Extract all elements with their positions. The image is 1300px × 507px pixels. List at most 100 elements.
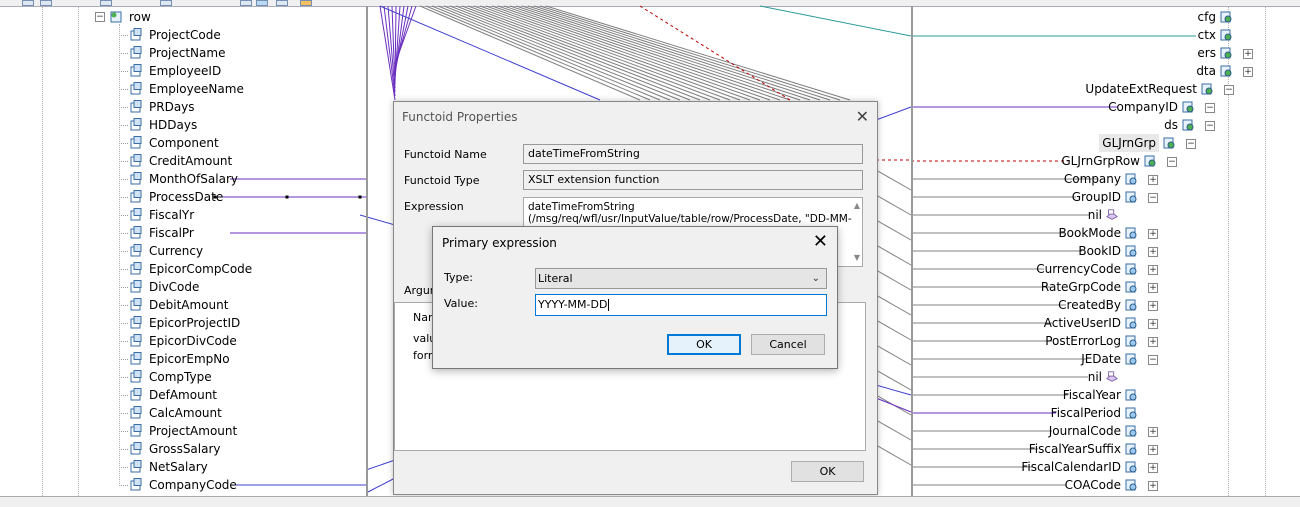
expand-icon[interactable]: + <box>1148 481 1158 491</box>
functoid-link[interactable] <box>479 5 741 101</box>
tree-node-ds[interactable]: ds <box>918 116 1178 134</box>
functoid-link[interactable] <box>521 5 811 101</box>
tree-node-label: MonthOfSalary <box>149 172 238 186</box>
element-icon <box>130 136 142 149</box>
expand-icon[interactable]: + <box>1148 301 1158 311</box>
element-icon <box>130 370 142 383</box>
tree-node-activeuserid[interactable]: ActiveUserID <box>861 314 1121 332</box>
element-icon <box>130 208 142 221</box>
tree-node-jedate[interactable]: JEDate <box>861 350 1121 368</box>
expand-icon[interactable]: + <box>1148 175 1158 185</box>
functoid-name-field[interactable]: dateTimeFromString <box>523 144 863 164</box>
tree-node-gljrngrprow[interactable]: GLJrnGrpRow <box>880 152 1140 170</box>
tree-connector <box>119 107 128 108</box>
tree-connector <box>119 197 128 198</box>
tree-node-company[interactable]: Company <box>861 170 1121 188</box>
tree-node-fiscalperiod[interactable]: FiscalPeriod <box>861 404 1121 422</box>
functoid-link[interactable] <box>545 5 851 101</box>
expand-icon[interactable]: + <box>1148 229 1158 239</box>
collapse-icon[interactable]: − <box>1148 193 1158 203</box>
tree-node-groupid[interactable]: GroupID <box>861 188 1121 206</box>
close-icon[interactable]: ✕ <box>813 231 828 252</box>
collapse-icon[interactable]: − <box>1167 157 1177 167</box>
tree-node-fiscalyear[interactable]: FiscalYear <box>861 386 1121 404</box>
expand-icon[interactable]: + <box>1148 337 1158 347</box>
tree-node-posterrorlog[interactable]: PostErrorLog <box>861 332 1121 350</box>
tree-node-fiscalcalendarid[interactable]: FiscalCalendarID <box>861 458 1121 476</box>
expand-icon[interactable]: + <box>1148 283 1158 293</box>
expand-icon[interactable]: + <box>1243 49 1253 59</box>
tree-node-companyid[interactable]: CompanyID <box>918 98 1178 116</box>
tree-node-nil[interactable]: nil <box>842 206 1102 224</box>
tree-connector <box>119 71 128 72</box>
tree-connector <box>119 215 128 216</box>
ok-button[interactable]: OK <box>791 461 864 482</box>
tree-node-bookmode[interactable]: BookMode <box>861 224 1121 242</box>
functoid-link[interactable] <box>449 5 691 101</box>
ok-button[interactable]: OK <box>667 334 741 355</box>
tree-connector <box>119 413 128 414</box>
functoid-link[interactable] <box>365 459 396 471</box>
expand-icon[interactable]: + <box>1148 247 1158 257</box>
functoid-link[interactable] <box>509 5 791 101</box>
element-icon <box>130 316 142 329</box>
link-handle[interactable] <box>358 195 362 199</box>
type-dropdown[interactable]: Literal ⌄ <box>535 268 827 289</box>
element-icon <box>1125 424 1139 437</box>
functoid-link[interactable] <box>759 5 912 37</box>
tree-node-label: CurrencyCode <box>1036 262 1121 276</box>
cancel-button[interactable]: Cancel <box>751 334 825 355</box>
collapse-icon[interactable]: − <box>1205 103 1215 113</box>
collapse-icon[interactable]: − <box>95 12 105 22</box>
tree-node-cfg[interactable]: cfg <box>956 8 1216 26</box>
tree-node-ctx[interactable]: ctx <box>956 26 1216 44</box>
tree-node-fiscalyearsuffix[interactable]: FiscalYearSuffix <box>861 440 1121 458</box>
element-icon <box>1125 244 1139 257</box>
collapse-icon[interactable]: − <box>1148 355 1158 365</box>
close-icon[interactable]: ✕ <box>856 107 869 126</box>
tree-connector <box>119 269 128 270</box>
scroll-down-icon[interactable]: ▼ <box>854 252 860 264</box>
scroll-up-icon[interactable]: ▲ <box>854 200 860 212</box>
tree-node-label: DivCode <box>149 280 200 294</box>
type-label: Type: <box>444 271 473 284</box>
functoid-link[interactable] <box>485 5 751 101</box>
left-pane-border[interactable] <box>366 6 368 496</box>
expand-icon[interactable]: + <box>1243 67 1253 77</box>
collapse-icon[interactable]: − <box>1186 139 1196 149</box>
tree-node-label: CompanyCode <box>149 478 237 492</box>
chevron-down-icon[interactable]: ⌄ <box>812 269 820 288</box>
tree-node-rategrpcode[interactable]: RateGrpCode <box>861 278 1121 296</box>
element-icon <box>1125 388 1139 401</box>
collapse-icon[interactable]: − <box>1205 121 1215 131</box>
element-icon <box>1125 406 1139 419</box>
tree-node-bookid[interactable]: BookID <box>861 242 1121 260</box>
tree-node-currencycode[interactable]: CurrencyCode <box>861 260 1121 278</box>
expand-icon[interactable]: + <box>1148 427 1158 437</box>
tree-node-label: RateGrpCode <box>1040 280 1121 294</box>
tree-node-gljrngrp[interactable]: GLJrnGrp <box>899 134 1159 152</box>
collapse-icon[interactable]: − <box>1224 85 1234 95</box>
functoid-link[interactable] <box>379 5 601 101</box>
tree-node-journalcode[interactable]: JournalCode <box>861 422 1121 440</box>
tree-node-createdby[interactable]: CreatedBy <box>861 296 1121 314</box>
tree-node-updateextrequest[interactable]: UpdateExtRequest <box>937 80 1197 98</box>
expression-line: (/msg/req/wfl/usr/InputValue/table/row/P… <box>528 213 852 225</box>
functoid-link[interactable] <box>367 477 396 493</box>
functoid-link[interactable] <box>443 5 681 101</box>
expand-icon[interactable]: + <box>1148 265 1158 275</box>
tree-node-coacode[interactable]: COACode <box>861 476 1121 494</box>
expand-icon[interactable]: + <box>1148 463 1158 473</box>
expand-icon[interactable]: + <box>1148 445 1158 455</box>
expand-icon[interactable]: + <box>1148 319 1158 329</box>
tree-node-dta[interactable]: dta <box>956 62 1216 80</box>
functoid-link[interactable] <box>419 5 641 101</box>
horizontal-scrollbar[interactable] <box>0 496 1300 507</box>
link-handle[interactable] <box>285 195 289 199</box>
value-input[interactable]: YYYY-MM-DD <box>535 294 827 316</box>
functoid-link[interactable] <box>875 106 912 121</box>
functoid-link[interactable] <box>515 5 801 101</box>
functoid-type-field[interactable]: XSLT extension function <box>523 170 863 190</box>
tree-node-nil[interactable]: nil <box>842 368 1102 386</box>
tree-node-ers[interactable]: ers <box>956 44 1216 62</box>
